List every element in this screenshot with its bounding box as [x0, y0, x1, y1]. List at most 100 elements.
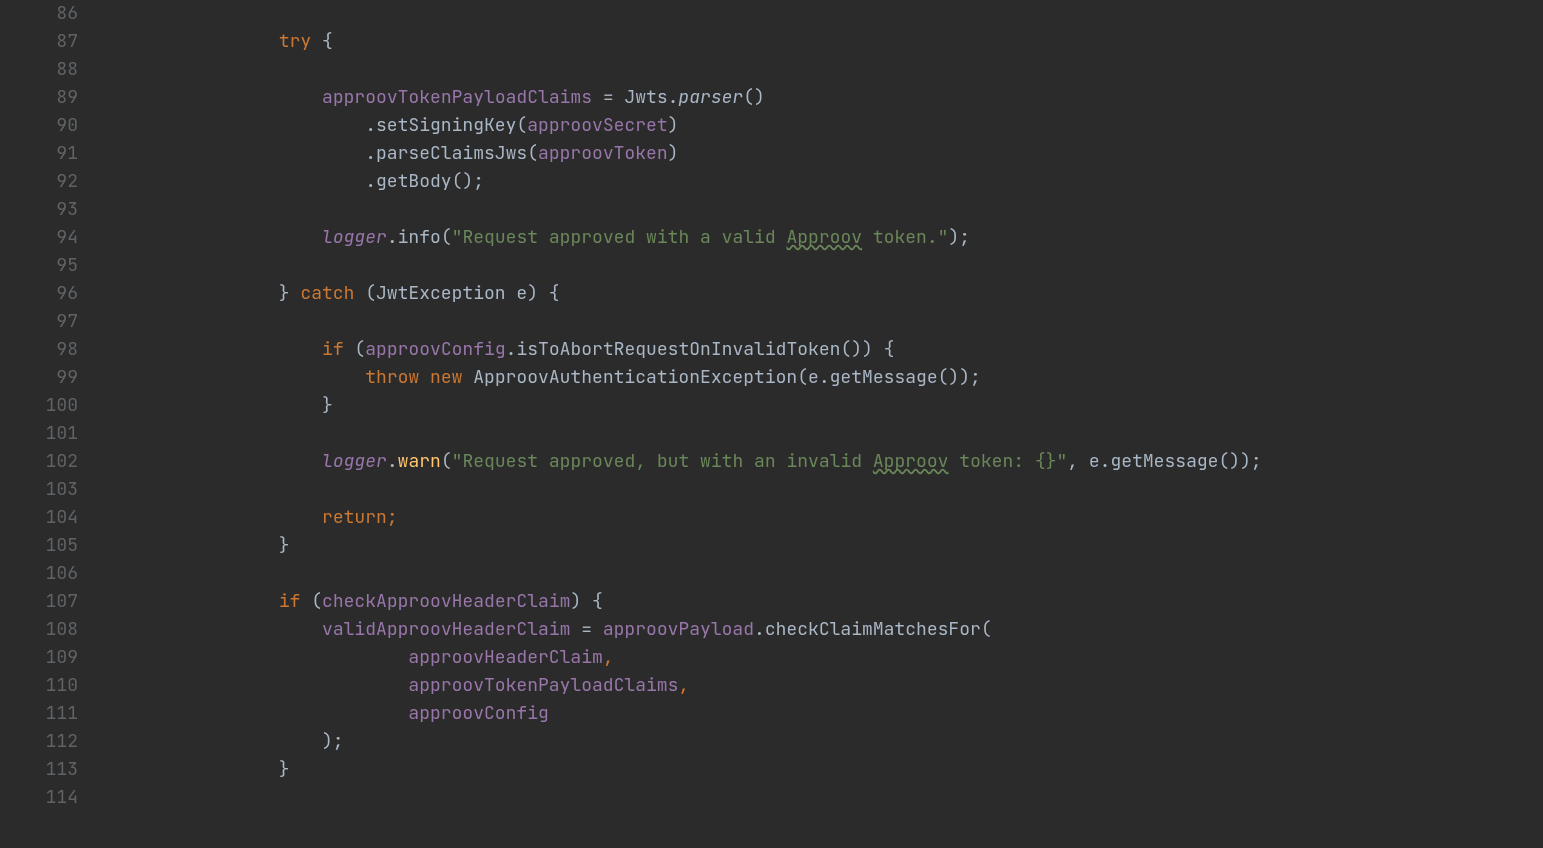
indent-pad	[106, 674, 192, 697]
code-content[interactable]: logger.warn("Request approved, but with …	[106, 448, 1543, 476]
code-line[interactable]: 100 }	[0, 392, 1543, 420]
code-content[interactable]	[106, 0, 1543, 28]
indent-pad	[106, 254, 192, 277]
code-content[interactable]	[106, 420, 1543, 448]
code-token: ()	[743, 86, 765, 109]
code-content[interactable]: approovHeaderClaim,	[106, 644, 1543, 672]
indent-pad	[106, 506, 192, 529]
code-line[interactable]: 99 throw new ApproovAuthenticationExcept…	[0, 364, 1543, 392]
code-token: approovSecret	[527, 114, 667, 137]
code-line[interactable]: 86	[0, 0, 1543, 28]
code-editor[interactable]: 86 87 try {88 89 approovTokenPayloadClai…	[0, 0, 1543, 848]
code-content[interactable]: approovTokenPayloadClaims = Jwts.parser(…	[106, 84, 1543, 112]
indent-pad	[106, 282, 192, 305]
indent-pad	[106, 170, 192, 193]
code-token: ) {	[570, 590, 602, 613]
code-line[interactable]: 108 validApproovHeaderClaim = approovPay…	[0, 616, 1543, 644]
code-line[interactable]: 98 if (approovConfig.isToAbortRequestOnI…	[0, 336, 1543, 364]
code-line[interactable]: 110 approovTokenPayloadClaims,	[0, 672, 1543, 700]
line-number: 99	[0, 364, 106, 392]
code-content[interactable]: }	[106, 756, 1543, 784]
code-line[interactable]: 97	[0, 308, 1543, 336]
code-line[interactable]: 106	[0, 560, 1543, 588]
code-line[interactable]: 109 approovHeaderClaim,	[0, 644, 1543, 672]
code-token	[192, 226, 322, 249]
code-token: .getBody();	[192, 170, 484, 193]
code-line[interactable]: 93	[0, 196, 1543, 224]
indent-pad	[106, 30, 192, 53]
code-content[interactable]	[106, 476, 1543, 504]
code-line[interactable]: 111 approovConfig	[0, 700, 1543, 728]
code-content[interactable]: approovConfig	[106, 700, 1543, 728]
code-token: token: {}"	[948, 450, 1067, 473]
code-line[interactable]: 96 } catch (JwtException e) {	[0, 280, 1543, 308]
code-content[interactable]: throw new ApproovAuthenticationException…	[106, 364, 1543, 392]
code-token: warn	[398, 450, 441, 473]
indent-pad	[106, 2, 192, 25]
code-line[interactable]: 114	[0, 784, 1543, 812]
code-token: logger	[322, 450, 387, 473]
code-token	[192, 702, 408, 725]
code-content[interactable]: }	[106, 532, 1543, 560]
code-line[interactable]: 104 return;	[0, 504, 1543, 532]
line-number: 101	[0, 420, 106, 448]
indent-pad	[106, 142, 192, 165]
line-number: 105	[0, 532, 106, 560]
indent-pad	[106, 422, 192, 445]
indent-pad	[106, 86, 192, 109]
code-token	[192, 338, 322, 361]
code-content[interactable]: try {	[106, 28, 1543, 56]
indent-pad	[106, 534, 192, 557]
code-line[interactable]: 103	[0, 476, 1543, 504]
code-content[interactable]: .getBody();	[106, 168, 1543, 196]
code-line[interactable]: 90 .setSigningKey(approovSecret)	[0, 112, 1543, 140]
code-token: }	[192, 758, 289, 781]
code-content[interactable]: logger.info("Request approved with a val…	[106, 224, 1543, 252]
code-content[interactable]	[106, 560, 1543, 588]
code-line[interactable]: 95	[0, 252, 1543, 280]
code-content[interactable]: return;	[106, 504, 1543, 532]
code-line[interactable]: 87 try {	[0, 28, 1543, 56]
code-line[interactable]: 113 }	[0, 756, 1543, 784]
code-token: Approov	[786, 226, 862, 249]
code-line[interactable]: 105 }	[0, 532, 1543, 560]
indent-pad	[106, 478, 192, 501]
code-line[interactable]: 112 );	[0, 728, 1543, 756]
code-content[interactable]	[106, 196, 1543, 224]
indent-pad	[106, 366, 192, 389]
code-content[interactable]	[106, 252, 1543, 280]
code-line[interactable]: 92 .getBody();	[0, 168, 1543, 196]
code-token: }	[192, 534, 289, 557]
indent-pad	[106, 394, 192, 417]
code-content[interactable]: .parseClaimsJws(approovToken)	[106, 140, 1543, 168]
code-content[interactable]: }	[106, 392, 1543, 420]
indent-pad	[106, 618, 192, 641]
code-token: logger	[322, 226, 387, 249]
code-content[interactable]: approovTokenPayloadClaims,	[106, 672, 1543, 700]
code-token: validApproovHeaderClaim	[322, 618, 570, 641]
code-line[interactable]: 101	[0, 420, 1543, 448]
code-content[interactable]: if (checkApproovHeaderClaim) {	[106, 588, 1543, 616]
code-line[interactable]: 102 logger.warn("Request approved, but w…	[0, 448, 1543, 476]
code-token	[192, 450, 322, 473]
line-number: 92	[0, 168, 106, 196]
code-content[interactable]: if (approovConfig.isToAbortRequestOnInva…	[106, 336, 1543, 364]
code-token: approovToken	[538, 142, 668, 165]
line-number: 109	[0, 644, 106, 672]
code-content[interactable]: );	[106, 728, 1543, 756]
code-content[interactable]: .setSigningKey(approovSecret)	[106, 112, 1543, 140]
code-content[interactable]: validApproovHeaderClaim = approovPayload…	[106, 616, 1543, 644]
code-content[interactable]	[106, 308, 1543, 336]
line-number: 86	[0, 0, 106, 28]
code-token: ApproovAuthenticationException(e.getMess…	[462, 366, 980, 389]
line-number: 110	[0, 672, 106, 700]
code-content[interactable]	[106, 56, 1543, 84]
code-line[interactable]: 88	[0, 56, 1543, 84]
code-token: token."	[862, 226, 948, 249]
code-line[interactable]: 89 approovTokenPayloadClaims = Jwts.pars…	[0, 84, 1543, 112]
code-line[interactable]: 91 .parseClaimsJws(approovToken)	[0, 140, 1543, 168]
code-line[interactable]: 94 logger.info("Request approved with a …	[0, 224, 1543, 252]
code-line[interactable]: 107 if (checkApproovHeaderClaim) {	[0, 588, 1543, 616]
code-content[interactable]: } catch (JwtException e) {	[106, 280, 1543, 308]
code-content[interactable]	[106, 784, 1543, 812]
